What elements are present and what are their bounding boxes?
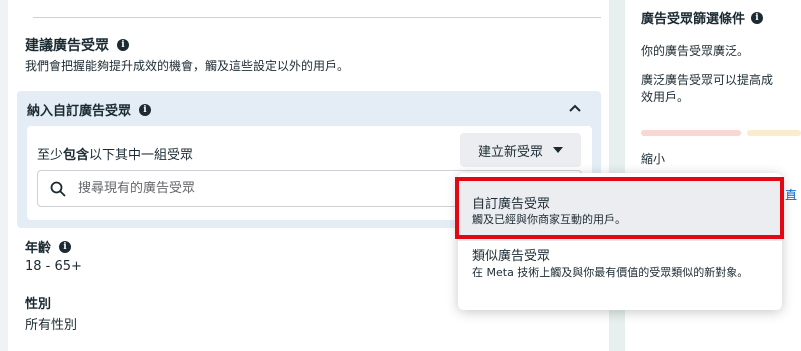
suggestion-header: 建議廣告受眾 i	[25, 35, 129, 55]
dropdown-item-title: 自訂廣告受眾	[472, 197, 551, 212]
info-icon[interactable]: i	[139, 103, 152, 116]
gender-label: 性別	[25, 297, 52, 312]
create-audience-label: 建立新受眾	[477, 144, 543, 160]
caret-down-icon	[553, 147, 563, 153]
narrow-text: 縮小	[641, 152, 666, 166]
audience-definition-title: 廣告受眾篩選條件	[641, 12, 746, 27]
create-audience-dropdown: 自訂廣告受眾 觸及已經與你商家互動的用戶。 類似廣告受眾 在 Meta 技術上觸…	[458, 173, 782, 310]
dropdown-item-custom-audience[interactable]: 自訂廣告受眾 觸及已經與你商家互動的用戶。	[458, 179, 782, 241]
info-icon[interactable]: i	[117, 39, 129, 51]
suggestion-description: 我們會把握能夠提升成效的機會，觸及這些設定以外的用戶。	[25, 59, 350, 73]
audience-breadth-hint: 廣泛廣告受眾可以提高成效用戶。	[641, 73, 774, 104]
include-rule-text: 至少包含以下其中一組受眾	[37, 144, 193, 163]
search-input[interactable]	[78, 181, 458, 196]
gender-value: 所有性別	[25, 318, 78, 333]
dropdown-item-description: 在 Meta 技術上觸及與你最有價值的受眾類似的新對象。	[472, 266, 749, 279]
audience-breadth-text: 你的廣告受眾廣泛。	[641, 44, 750, 58]
create-audience-button[interactable]: 建立新受眾	[460, 133, 581, 167]
age-header: 年齡 i	[25, 237, 72, 256]
suggestion-title: 建議廣告受眾	[25, 38, 109, 54]
info-icon[interactable]: i	[59, 240, 72, 253]
dropdown-item-description: 觸及已經與你商家互動的用戶。	[472, 213, 626, 226]
dropdown-item-title: 類似廣告受眾	[472, 249, 551, 264]
custom-audience-title: 納入自訂廣告受眾	[27, 104, 132, 119]
custom-audience-header: 納入自訂廣告受眾 i	[27, 100, 152, 119]
include-suffix: 以下其中一組受眾	[89, 148, 194, 163]
info-icon[interactable]: i	[751, 11, 764, 24]
age-label: 年齡	[25, 241, 52, 256]
chevron-up-icon[interactable]	[568, 101, 582, 115]
search-icon	[50, 181, 66, 197]
breadth-meter-segment	[641, 130, 741, 136]
age-value: 18 - 65+	[25, 259, 82, 274]
breadth-meter-segment	[747, 130, 801, 136]
audience-definition-header: 廣告受眾篩選條件 i	[641, 8, 764, 27]
divider	[33, 17, 601, 18]
right-panel-link[interactable]: 直	[785, 186, 797, 203]
dropdown-item-lookalike-audience[interactable]: 類似廣告受眾 在 Meta 技術上觸及與你最有價值的受眾類似的新對象。	[458, 241, 782, 303]
include-bold: 包含	[63, 148, 90, 163]
include-prefix: 至少	[37, 148, 64, 163]
